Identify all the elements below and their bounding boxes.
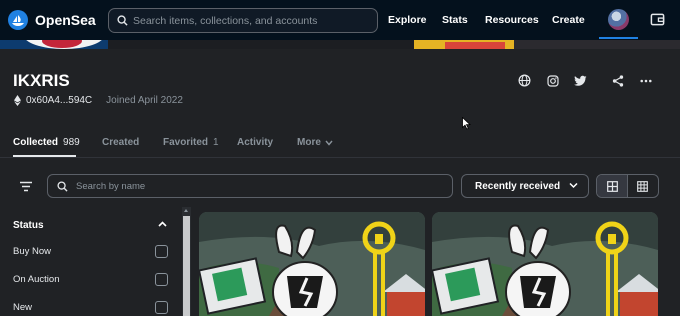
profile-meta: 0x60A4...594C Joined April 2022 <box>14 95 183 106</box>
joined-date: Joined April 2022 <box>106 95 183 106</box>
twitter-icon[interactable] <box>574 74 587 92</box>
scrollbar-thumb[interactable] <box>183 216 190 316</box>
filter-option-on-auction-checkbox[interactable] <box>155 273 168 286</box>
tab-label: Activity <box>237 137 274 148</box>
item-search[interactable] <box>47 174 453 198</box>
tab-label: More <box>297 137 321 148</box>
mouse-cursor-icon <box>462 117 471 130</box>
profile-name: IKXRIS <box>13 71 70 90</box>
tab-collected[interactable]: Collected 989 <box>13 137 80 148</box>
opensea-logo-icon <box>8 10 28 30</box>
nft-image <box>199 212 425 316</box>
filter-icon[interactable] <box>19 179 33 197</box>
chevron-down-icon <box>325 140 333 146</box>
view-toggle <box>596 174 659 198</box>
nav-stats[interactable]: Stats <box>442 0 468 40</box>
globe-icon[interactable] <box>518 74 531 92</box>
ethereum-icon <box>14 95 21 106</box>
tab-activity[interactable]: Activity <box>237 137 273 148</box>
tab-favorited[interactable]: Favorited 1 <box>163 137 219 148</box>
brand-name: OpenSea <box>35 12 96 28</box>
small-grid-icon[interactable] <box>628 175 658 197</box>
global-search-input[interactable] <box>133 14 363 27</box>
tab-more[interactable]: More <box>297 137 333 148</box>
profile-banner <box>0 40 680 49</box>
tab-label: Favorited <box>163 137 209 148</box>
nav-explore[interactable]: Explore <box>388 0 427 40</box>
wallet-icon[interactable] <box>650 12 665 32</box>
filter-option-on-auction-label: On Auction <box>13 274 60 285</box>
chevron-down-icon <box>569 182 578 189</box>
tab-label: Created <box>102 137 140 148</box>
nft-image <box>432 212 658 316</box>
tab-count: 1 <box>213 137 219 148</box>
search-icon <box>111 15 133 26</box>
wallet-address[interactable]: 0x60A4...594C <box>26 95 92 106</box>
item-search-input[interactable] <box>76 180 436 192</box>
tab-count: 989 <box>63 137 80 148</box>
sort-value: Recently received <box>475 180 561 192</box>
global-search[interactable] <box>108 8 378 33</box>
opensea-logo[interactable]: OpenSea <box>8 10 96 30</box>
filter-option-new-label: New <box>13 302 33 313</box>
filter-option-new-checkbox[interactable] <box>155 301 168 314</box>
more-icon[interactable] <box>640 74 652 92</box>
nft-card[interactable] <box>432 212 658 316</box>
filter-option-buy-now-label: Buy Now <box>13 246 52 257</box>
sort-dropdown[interactable]: Recently received <box>461 174 589 198</box>
filter-option-buy-now-checkbox[interactable] <box>155 245 168 258</box>
search-icon <box>57 180 68 192</box>
nft-card[interactable] <box>199 212 425 316</box>
profile-avatar[interactable] <box>608 9 629 30</box>
large-grid-icon[interactable] <box>597 175 628 197</box>
chevron-up-icon[interactable] <box>158 221 167 227</box>
page: OpenSea Explore Stats Resources Create I… <box>0 0 680 316</box>
status-filter-header[interactable]: Status <box>13 220 44 231</box>
nav-create[interactable]: Create <box>552 0 585 40</box>
scroll-up-arrow-icon[interactable] <box>184 209 188 212</box>
nav-resources[interactable]: Resources <box>485 0 539 40</box>
top-nav: OpenSea Explore Stats Resources Create <box>0 0 680 40</box>
active-nav-indicator <box>599 37 638 39</box>
tabs-divider <box>0 157 680 158</box>
tab-label: Collected <box>13 137 59 148</box>
share-icon[interactable] <box>612 74 624 92</box>
tab-created[interactable]: Created <box>102 137 139 148</box>
instagram-icon[interactable] <box>547 74 559 92</box>
